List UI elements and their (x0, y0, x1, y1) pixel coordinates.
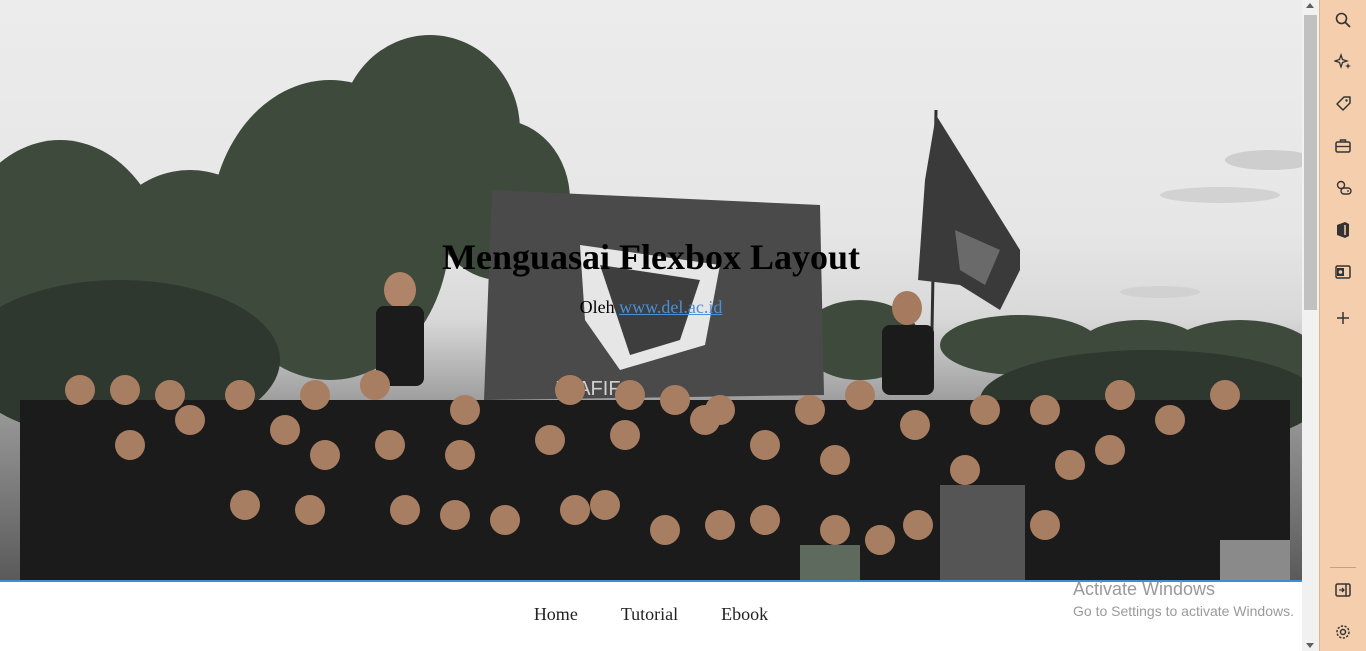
office-icon[interactable] (1331, 218, 1355, 242)
page-title: Menguasai Flexbox Layout (441, 237, 861, 277)
web-page: IMAFIF Menguasai Flexbox Layout Oleh www… (0, 0, 1302, 651)
byline-prefix: Oleh (579, 297, 620, 317)
scroll-down-arrow-icon[interactable] (1306, 643, 1314, 648)
games-icon[interactable] (1331, 176, 1355, 200)
hero-banner: IMAFIF Menguasai Flexbox Layout Oleh www… (0, 0, 1302, 580)
nav-home[interactable]: Home (534, 604, 578, 625)
search-icon[interactable] (1331, 8, 1355, 32)
scroll-thumb[interactable] (1304, 15, 1317, 310)
author-link[interactable]: www.del.ac.id (619, 297, 722, 317)
edge-sidebar (1319, 0, 1366, 651)
settings-gear-icon[interactable] (1331, 620, 1355, 644)
scroll-up-arrow-icon[interactable] (1306, 3, 1314, 8)
nav-tutorial[interactable]: Tutorial (621, 604, 678, 625)
watermark-subtitle: Go to Settings to activate Windows. (1073, 603, 1294, 619)
vertical-scrollbar[interactable] (1302, 0, 1319, 651)
activate-windows-watermark: Activate Windows Go to Settings to activ… (1073, 579, 1294, 619)
nav-ebook[interactable]: Ebook (721, 604, 768, 625)
watermark-title: Activate Windows (1073, 579, 1216, 599)
sidebar-divider (1330, 567, 1356, 568)
byline: Oleh www.del.ac.id (0, 297, 1302, 318)
tools-briefcase-icon[interactable] (1331, 134, 1355, 158)
shopping-tag-icon[interactable] (1331, 92, 1355, 116)
add-icon[interactable] (1331, 306, 1355, 330)
sidebar-toggle-icon[interactable] (1331, 578, 1355, 602)
hero-photo: IMAFIF (0, 35, 1302, 580)
outlook-icon[interactable] (1331, 260, 1355, 284)
copilot-sparkle-icon[interactable] (1331, 50, 1355, 74)
